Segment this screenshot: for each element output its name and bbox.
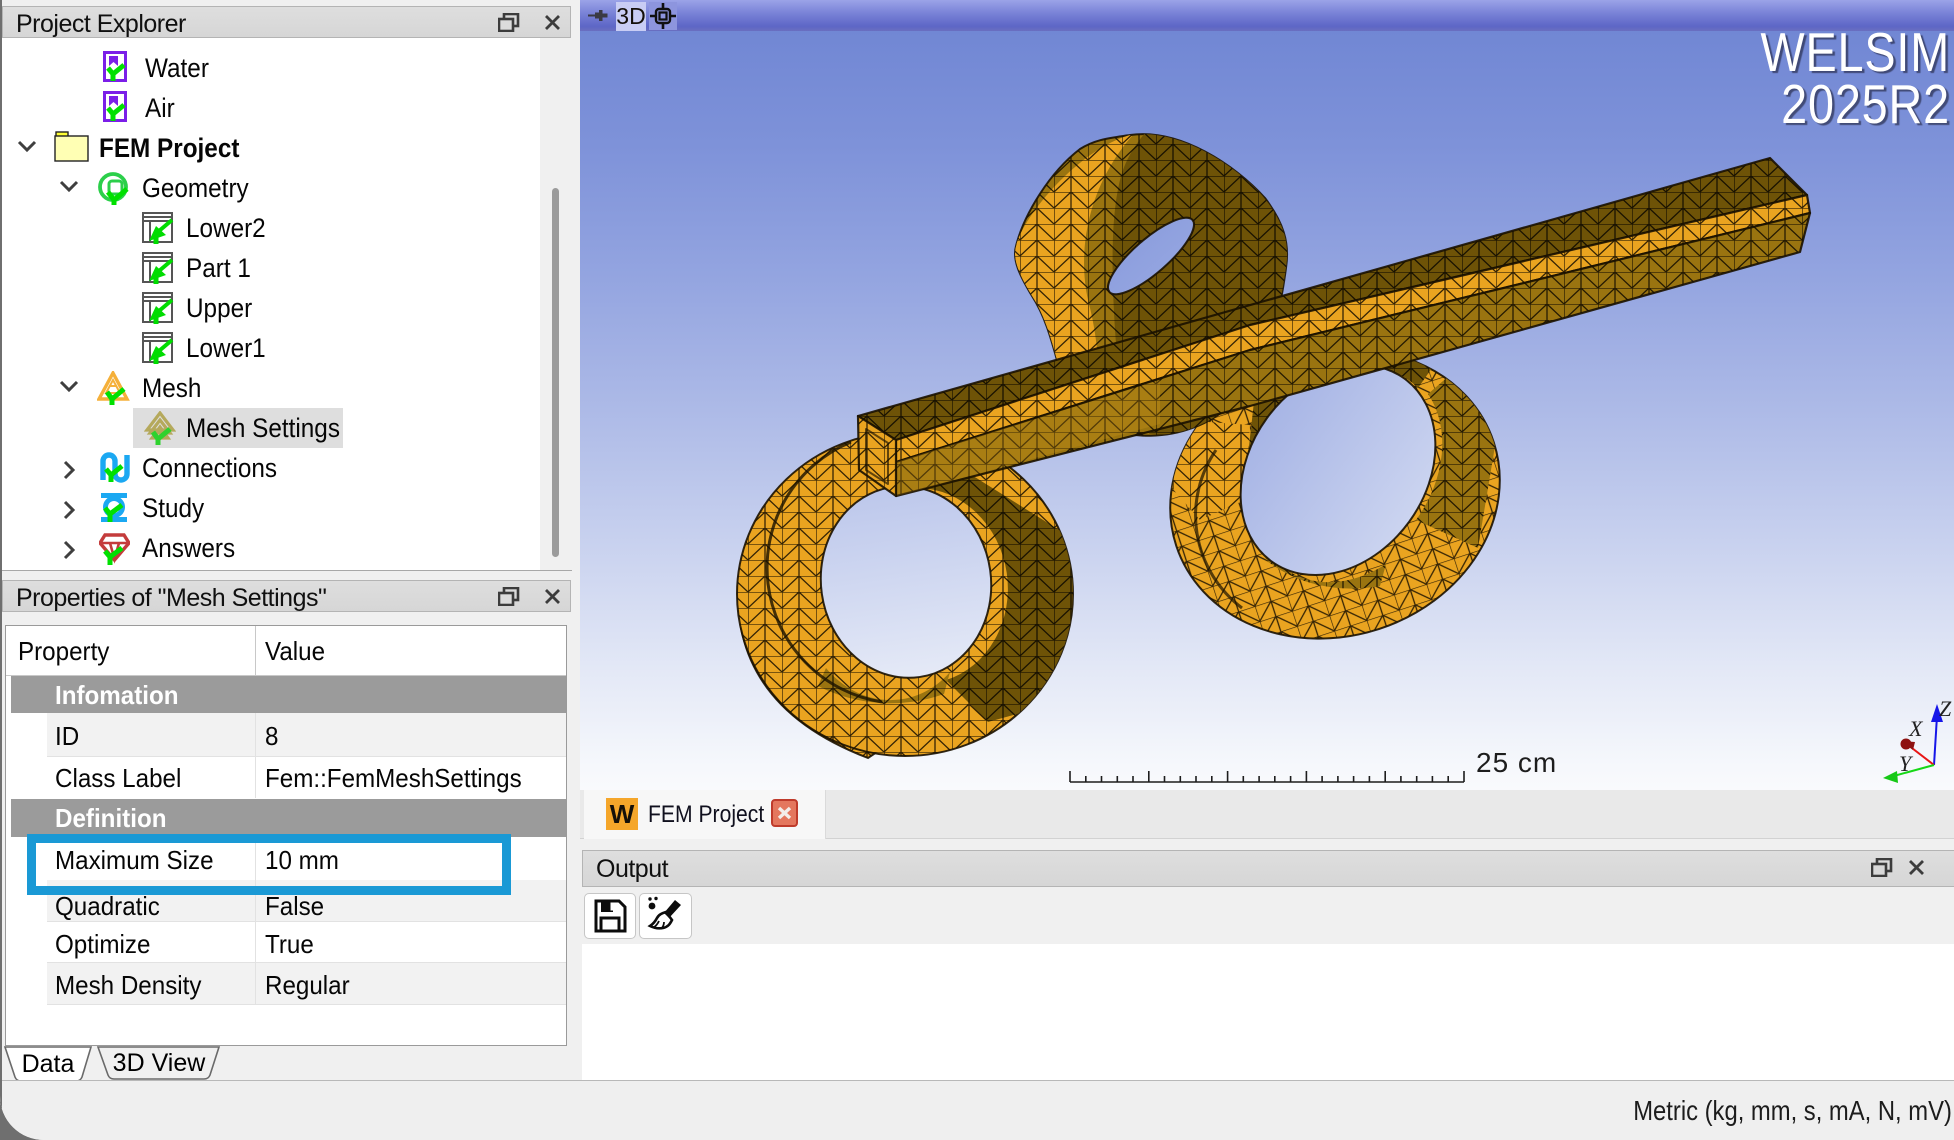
svg-text:Y: Y <box>1899 751 1914 776</box>
svg-text:Data: Data <box>22 1050 75 1078</box>
svg-text:25 cm: 25 cm <box>1476 747 1557 778</box>
svg-text:Z: Z <box>1939 696 1952 721</box>
svg-text:X: X <box>1908 716 1924 741</box>
svg-text:3D View: 3D View <box>113 1049 207 1077</box>
